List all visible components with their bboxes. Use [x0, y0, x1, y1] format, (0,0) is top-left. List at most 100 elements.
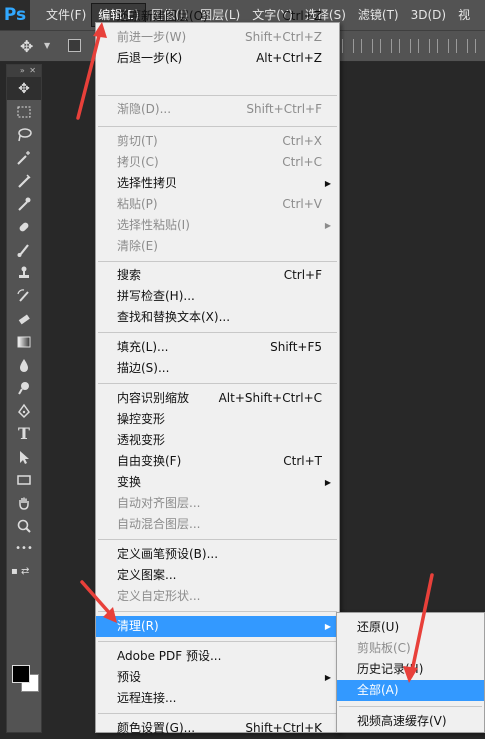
clone-stamp-icon[interactable]	[7, 261, 41, 284]
menu-item-shortcut: Ctrl+V	[282, 197, 322, 211]
edit-menu-item-11[interactable]: 搜索 Ctrl+F	[96, 265, 339, 286]
menu-item-label: 颜色设置(G)...	[117, 721, 196, 735]
menu-item-label: 查找和替换文本(X)...	[117, 310, 231, 324]
hand-tool-icon[interactable]	[7, 491, 41, 514]
distribute-vertical-icon[interactable]	[456, 39, 468, 53]
menu-item-shortcut: Shift+Ctrl+Z	[245, 30, 322, 44]
edit-menu-item-22: 自动混合图层...	[96, 514, 339, 535]
edit-menu-item-3[interactable]: 后退一步(K) Alt+Ctrl+Z	[96, 48, 339, 69]
submenu-arrow-icon: ▶	[324, 221, 331, 230]
align-left-icon[interactable]	[342, 39, 354, 53]
move-tool-icon[interactable]: ✥	[20, 37, 33, 56]
menu-item-label: Adobe PDF 预设...	[117, 649, 222, 663]
menu-item-label: 拷贝(C)	[117, 155, 159, 169]
menu-separator	[98, 713, 337, 714]
move-tool-icon[interactable]: ✥	[7, 77, 41, 100]
edit-menu-item-14[interactable]: 填充(L)... Shift+F5	[96, 337, 339, 358]
distribute-icon[interactable]	[399, 39, 411, 53]
edit-menu-item-26[interactable]: 清理(R) ▶	[96, 616, 339, 637]
healing-brush-icon[interactable]	[7, 215, 41, 238]
eraser-icon[interactable]	[7, 307, 41, 330]
menu-file[interactable]: 文件(F)	[40, 4, 92, 26]
edit-menu-item-13[interactable]: 查找和替换文本(X)...	[96, 307, 339, 328]
menu-item-shortcut: Shift+Ctrl+F	[246, 102, 322, 116]
menu-view[interactable]: 视	[452, 4, 476, 26]
menu-item-label: 搜索	[117, 268, 142, 282]
edit-menu-item-7[interactable]: 选择性拷贝 ▶	[96, 173, 339, 194]
zoom-tool-icon[interactable]	[7, 514, 41, 537]
align-buttons	[342, 39, 485, 53]
align-right-icon[interactable]	[380, 39, 392, 53]
edit-menu-item-30[interactable]: 颜色设置(G)... Shift+Ctrl+K	[96, 718, 339, 739]
eyedropper-icon[interactable]	[7, 192, 41, 215]
distribute-center-icon[interactable]	[418, 39, 430, 53]
menu-item-label: 选择性拷贝	[117, 176, 178, 190]
edit-menu-item-2: 前进一步(W) Shift+Ctrl+Z	[96, 27, 339, 48]
menu-item-label: 填充(L)...	[117, 340, 169, 354]
menu-item-shortcut: Ctrl+T	[283, 454, 322, 468]
purge-submenu-item-5[interactable]: 视频高速缓存(V)	[337, 711, 484, 732]
menu-item-label: 预设	[117, 670, 142, 684]
edit-menu-item-12[interactable]: 拼写检查(H)...	[96, 286, 339, 307]
menu-item-label: 定义画笔预设(B)...	[117, 547, 219, 561]
purge-submenu-item-2: 剪贴板(C)	[337, 638, 484, 659]
edit-menu-item-1[interactable]: 还原新建图层(O) Ctrl+Z	[96, 6, 339, 27]
edit-menu-item-20[interactable]: 变换 ▶	[96, 472, 339, 493]
menu-item-shortcut: Shift+Ctrl+K	[245, 721, 322, 735]
menu-item-shortcut: Alt+Shift+Ctrl+C	[218, 391, 322, 405]
marquee-tool-icon[interactable]	[7, 100, 41, 123]
edit-menu-item-27[interactable]: Adobe PDF 预设...	[96, 646, 339, 667]
lasso-tool-icon[interactable]	[7, 123, 41, 146]
distribute-horizontal-icon[interactable]	[475, 39, 485, 53]
blur-tool-icon[interactable]	[7, 353, 41, 376]
type-tool-icon[interactable]: T	[7, 422, 41, 445]
magic-wand-icon[interactable]	[7, 146, 41, 169]
tools-panel: » ✕ ✥ T ••• ▪ ⇄	[6, 64, 42, 733]
swap-colors-icon[interactable]: ▪ ⇄	[7, 560, 41, 583]
rectangle-tool-icon[interactable]	[7, 468, 41, 491]
menu-item-label: 描边(S)...	[117, 361, 170, 375]
menu-item-label: 自由变换(F)	[117, 454, 182, 468]
purge-submenu-item-4[interactable]: 全部(A)	[337, 680, 484, 701]
edit-menu-item-16[interactable]: 内容识别缩放 Alt+Shift+Ctrl+C	[96, 388, 339, 409]
menu-item-label: 远程连接...	[117, 691, 177, 705]
purge-submenu-item-1[interactable]: 还原(U)	[337, 617, 484, 638]
edit-menu-item-29[interactable]: 远程连接...	[96, 688, 339, 709]
edit-menu-item-4: 渐隐(D)... Shift+Ctrl+F	[96, 99, 339, 120]
menu-item-shortcut: Alt+Ctrl+Z	[256, 51, 322, 65]
align-center-icon[interactable]	[361, 39, 373, 53]
foreground-color-swatch[interactable]	[12, 665, 30, 683]
edit-menu-item-19[interactable]: 自由变换(F) Ctrl+T	[96, 451, 339, 472]
dodge-tool-icon[interactable]	[7, 376, 41, 399]
menu-item-label: 前进一步(W)	[117, 30, 187, 44]
history-brush-icon[interactable]	[7, 284, 41, 307]
panel-collapse-icon[interactable]: » ✕	[7, 65, 41, 77]
edit-menu-item-15[interactable]: 描边(S)...	[96, 358, 339, 379]
menu-filter[interactable]: 滤镜(T)	[352, 4, 405, 26]
edit-menu-item-28[interactable]: 预设 ▶	[96, 667, 339, 688]
edit-menu-item-9: 选择性粘贴(I) ▶	[96, 215, 339, 236]
distribute-right-icon[interactable]	[437, 39, 449, 53]
edit-menu-item-23[interactable]: 定义画笔预设(B)...	[96, 544, 339, 565]
edit-menu-item-24[interactable]: 定义图案...	[96, 565, 339, 586]
edit-menu-item-18[interactable]: 透视变形	[96, 430, 339, 451]
menu-item-label: 剪切(T)	[117, 134, 158, 148]
edit-menu-item-10: 清除(E)	[96, 236, 339, 257]
menu-3d[interactable]: 3D(D)	[405, 4, 452, 26]
chevron-down-icon[interactable]: ▼	[44, 41, 50, 50]
edit-menu-item-5: 剪切(T) Ctrl+X	[96, 131, 339, 152]
brush-tool-icon[interactable]	[7, 238, 41, 261]
edit-menu-item-17[interactable]: 操控变形	[96, 409, 339, 430]
crop-tool-icon[interactable]	[7, 169, 41, 192]
path-selection-icon[interactable]	[7, 445, 41, 468]
more-tools-icon[interactable]: •••	[7, 537, 41, 560]
purge-submenu-item-3[interactable]: 历史记录(H)	[337, 659, 484, 680]
purge-submenu: 还原(U) 剪贴板(C) 历史记录(H) 全部(A) 视频高速缓存(V)	[336, 612, 485, 733]
menu-item-label: 自动混合图层...	[117, 517, 201, 531]
gradient-tool-icon[interactable]	[7, 330, 41, 353]
menu-separator	[98, 126, 337, 127]
menu-item-label: 全部(A)	[357, 683, 399, 697]
pen-tool-icon[interactable]	[7, 399, 41, 422]
auto-select-checkbox[interactable]	[68, 39, 81, 52]
menu-item-label: 剪贴板(C)	[357, 641, 411, 655]
